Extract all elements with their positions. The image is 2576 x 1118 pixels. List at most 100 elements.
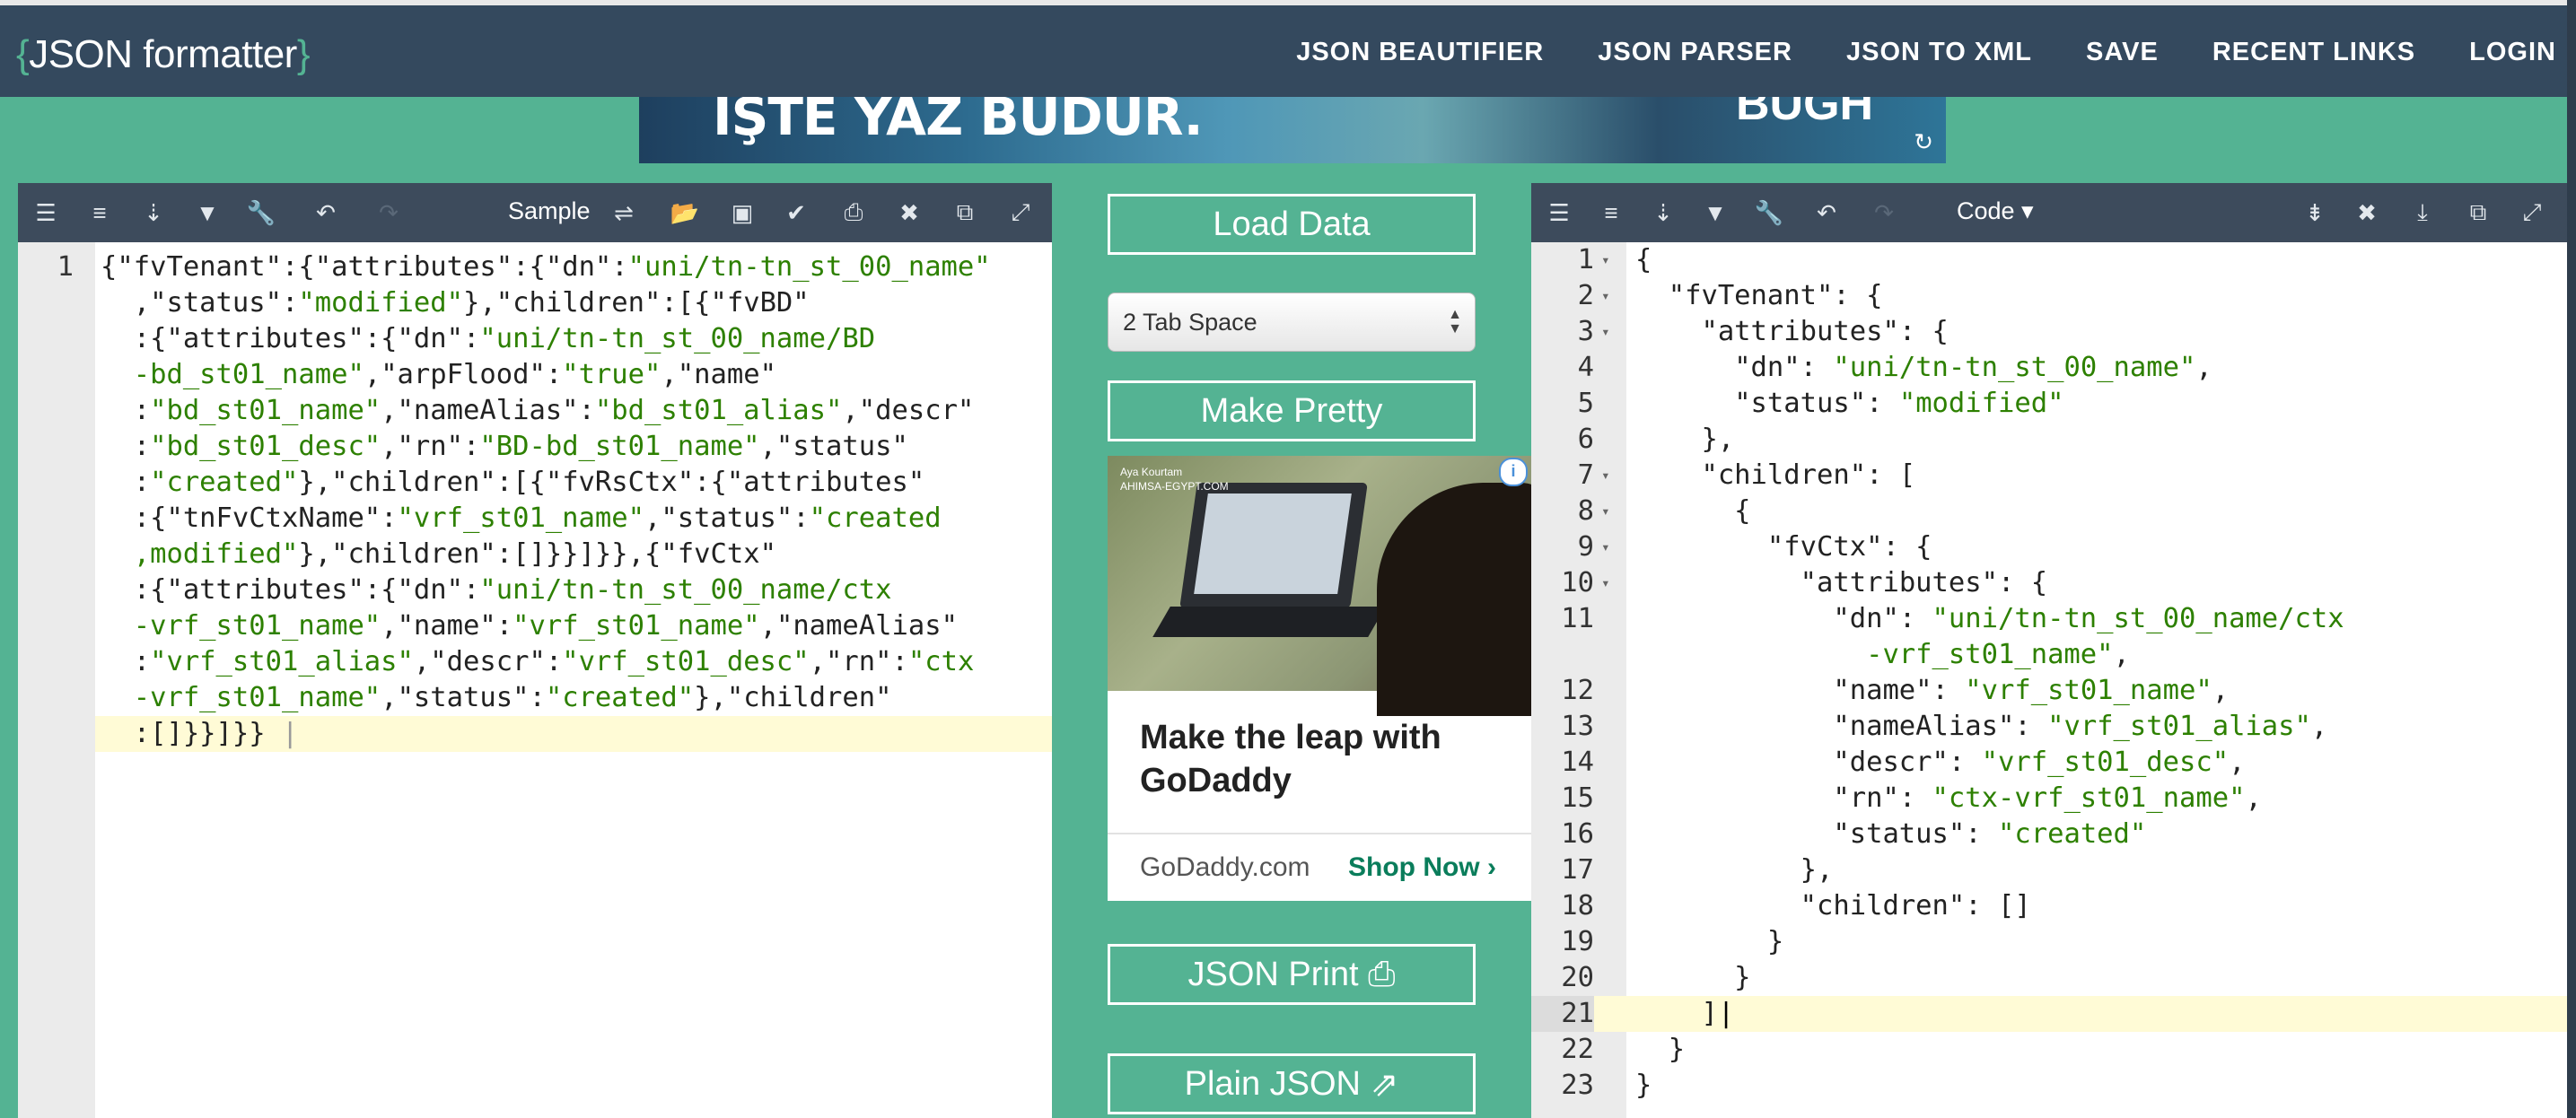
ad-headline[interactable]: Make the leap with GoDaddy — [1140, 716, 1508, 802]
ad-brand-label: Aya Kourtam AHIMSA-EGYPT.COM — [1120, 466, 1229, 493]
banner-headline: IŞTE YAZ BUDUR. — [713, 97, 1204, 147]
banner-ad[interactable]: IŞTE YAZ BUDUR. BUGH ↻ — [639, 97, 1946, 163]
code-line: 16 "status": "created" — [1561, 818, 2147, 850]
redo-icon[interactable]: ↷ — [373, 197, 404, 228]
code-line: 4 "dn": "uni/tn-tn_st_00_name", — [1577, 352, 2212, 383]
save-disk-icon[interactable]: ▣ — [727, 197, 758, 228]
laptop-base-graphic — [1152, 607, 1386, 637]
make-pretty-button[interactable]: Make Pretty — [1108, 380, 1476, 441]
select-arrows-icon: ▲ ▼ — [1448, 307, 1462, 336]
clear-icon[interactable]: ✖ — [2352, 197, 2382, 228]
undo-icon[interactable]: ↶ — [311, 197, 341, 228]
json-print-button[interactable]: JSON Print ⎙ — [1108, 944, 1476, 1005]
code-line: 15 "rn": "ctx-vrf_st01_name", — [1561, 782, 2262, 814]
code-line: -vrf_st01_name","status":"created"},"chi… — [133, 682, 892, 713]
active-code-line: :[]}}]}} | — [95, 716, 1052, 752]
logo-brace-close: } — [296, 32, 311, 76]
json-print-label: JSON Print — [1187, 955, 1359, 993]
output-toolbar: ☰ ≡ ⇣ ▼ 🔧 ↶ ↷ Code ▾ ⇟ ✖ ⤓ ⧉ ⤢ — [1531, 183, 2567, 242]
code-line: -vrf_st01_name", — [1866, 639, 2130, 670]
collapse-all-icon[interactable]: ⇟ — [2300, 197, 2330, 228]
code-line: :"bd_st01_desc","rn":"BD-bd_st01_name","… — [101, 431, 908, 462]
godaddy-ad[interactable]: Aya Kourtam AHIMSA-EGYPT.COM i Make the l… — [1108, 456, 1531, 901]
nav-json-to-xml[interactable]: JSON TO XML — [1846, 38, 2032, 67]
code-line: 3 ▾ "attributes": { — [1577, 316, 1949, 347]
format-icon[interactable]: ☰ — [1544, 197, 1574, 228]
ad-shop-now-link[interactable]: Shop Now › — [1348, 852, 1496, 883]
code-line: 6 }, — [1577, 424, 1735, 455]
code-line: ,modified"},"children":[]}}]}},{"fvCtx" — [133, 538, 776, 570]
repair-wrench-icon[interactable]: 🔧 — [246, 197, 276, 228]
ad-domain[interactable]: GoDaddy.com — [1140, 852, 1310, 883]
code-line: 20 } — [1561, 962, 1751, 993]
banner-logo-text: BUGH — [1736, 97, 1874, 130]
code-line: 2 ▾ "fvTenant": { — [1577, 280, 1883, 311]
active-code-line: 21 ]| — [1531, 996, 2567, 1032]
plain-json-button[interactable]: Plain JSON ⇗ — [1108, 1053, 1476, 1114]
ad-divider — [1108, 833, 1531, 834]
chevron-right-icon: › — [1487, 852, 1496, 882]
output-editor[interactable]: ☰ ≡ ⇣ ▼ 🔧 ↶ ↷ Code ▾ ⇟ ✖ ⤓ ⧉ ⤢ 1 ▾{ 2 ▾ "f… — [1531, 183, 2567, 1118]
code-line: 23} — [1561, 1070, 1652, 1101]
code-line: :"created"},"children":[{"fvRsCtx":{"att… — [101, 467, 925, 498]
compact-icon[interactable]: ≡ — [84, 197, 115, 228]
copy-icon[interactable]: ⧉ — [950, 197, 980, 228]
sample-button[interactable]: Sample — [508, 197, 591, 225]
laptop-screen-graphic — [1194, 493, 1352, 594]
mode-dropdown[interactable]: Code ▾ — [1957, 197, 2034, 225]
tab-space-select[interactable]: 2 Tab Space ▲ ▼ — [1108, 293, 1476, 352]
tab-space-value: 2 Tab Space — [1123, 308, 1257, 336]
code-line: 10 ▾ "attributes": { — [1561, 567, 2048, 598]
nav-save[interactable]: SAVE — [2086, 38, 2159, 67]
undo-icon[interactable]: ↶ — [1811, 197, 1842, 228]
top-navbar: {JSON formatter} JSON BEAUTIFIER JSON PA… — [0, 0, 2576, 97]
redo-icon[interactable]: ↷ — [1869, 197, 1899, 228]
plain-json-label: Plain JSON — [1184, 1064, 1361, 1103]
open-folder-icon[interactable]: 📂 — [670, 197, 700, 228]
usb-icon[interactable]: ⇌ — [609, 197, 639, 228]
code-line: 1 {"fvTenant":{"attributes":{"dn":"uni/tn… — [57, 251, 991, 283]
ad-info-icon[interactable]: i — [1499, 458, 1528, 486]
logo-brace-open: { — [16, 32, 30, 76]
compact-icon[interactable]: ≡ — [1596, 197, 1626, 228]
code-line: 22 } — [1561, 1034, 1686, 1065]
print-icon: ⎙ — [1368, 955, 1396, 993]
code-line: -vrf_st01_name","name":"vrf_st01_name","… — [133, 610, 958, 642]
validate-check-icon[interactable]: ✔ — [781, 197, 811, 228]
download-icon[interactable]: ⤓ — [2407, 197, 2438, 228]
nav-login[interactable]: LOGIN — [2469, 38, 2556, 67]
site-logo[interactable]: {JSON formatter} — [16, 32, 311, 77]
code-line: :{"tnFvCtxName":"vrf_st01_name","status"… — [101, 502, 942, 534]
code-line: :{"attributes":{"dn":"uni/tn-tn_st_00_na… — [101, 323, 876, 354]
filter-icon[interactable]: ▼ — [192, 197, 223, 228]
sort-icon[interactable]: ⇣ — [1648, 197, 1678, 228]
refresh-icon[interactable]: ↻ — [1914, 128, 1933, 156]
filter-icon[interactable]: ▼ — [1700, 197, 1730, 228]
code-line: 7 ▾ "children": [ — [1577, 459, 1916, 491]
code-line: :"bd_st01_name","nameAlias":"bd_st01_ali… — [101, 395, 975, 426]
fullscreen-icon[interactable]: ⤢ — [2517, 197, 2547, 228]
page-scrollbar[interactable] — [2567, 0, 2576, 1118]
copy-icon[interactable]: ⧉ — [2463, 197, 2493, 228]
input-code-area[interactable]: 1 {"fvTenant":{"attributes":{"dn":"uni/tn… — [18, 242, 1052, 1118]
code-line: :{"attributes":{"dn":"uni/tn-tn_st_00_na… — [101, 574, 892, 606]
load-data-button[interactable]: Load Data — [1108, 194, 1476, 255]
clear-icon[interactable]: ✖ — [894, 197, 924, 228]
input-editor[interactable]: ☰ ≡ ⇣ ▼ 🔧 ↶ ↷ Sample ⇌ 📂 ▣ ✔ ⎙ ✖ ⧉ ⤢ 1 {"… — [18, 183, 1052, 1118]
nav-recent-links[interactable]: RECENT LINKS — [2212, 38, 2415, 67]
external-link-icon: ⇗ — [1370, 1065, 1399, 1104]
nav-json-beautifier[interactable]: JSON BEAUTIFIER — [1296, 38, 1544, 67]
sort-icon[interactable]: ⇣ — [138, 197, 169, 228]
code-line: 19 } — [1561, 926, 1784, 957]
code-line: -bd_st01_name","arpFlood":"true","name" — [133, 359, 776, 390]
code-line: 8 ▾ { — [1577, 495, 1751, 527]
repair-wrench-icon[interactable]: 🔧 — [1754, 197, 1784, 228]
nav-json-parser[interactable]: JSON PARSER — [1598, 38, 1792, 67]
code-line: 1 ▾{ — [1577, 244, 1652, 275]
code-line: 5 "status": "modified" — [1577, 388, 2064, 419]
output-code-area[interactable]: 1 ▾{ 2 ▾ "fvTenant": { 3 ▾ "attributes": { … — [1531, 242, 2567, 1118]
code-line: :"vrf_st01_alias","descr":"vrf_st01_desc… — [101, 646, 975, 677]
print-icon[interactable]: ⎙ — [838, 197, 869, 228]
fullscreen-icon[interactable]: ⤢ — [1005, 197, 1036, 228]
format-icon[interactable]: ☰ — [31, 197, 61, 228]
